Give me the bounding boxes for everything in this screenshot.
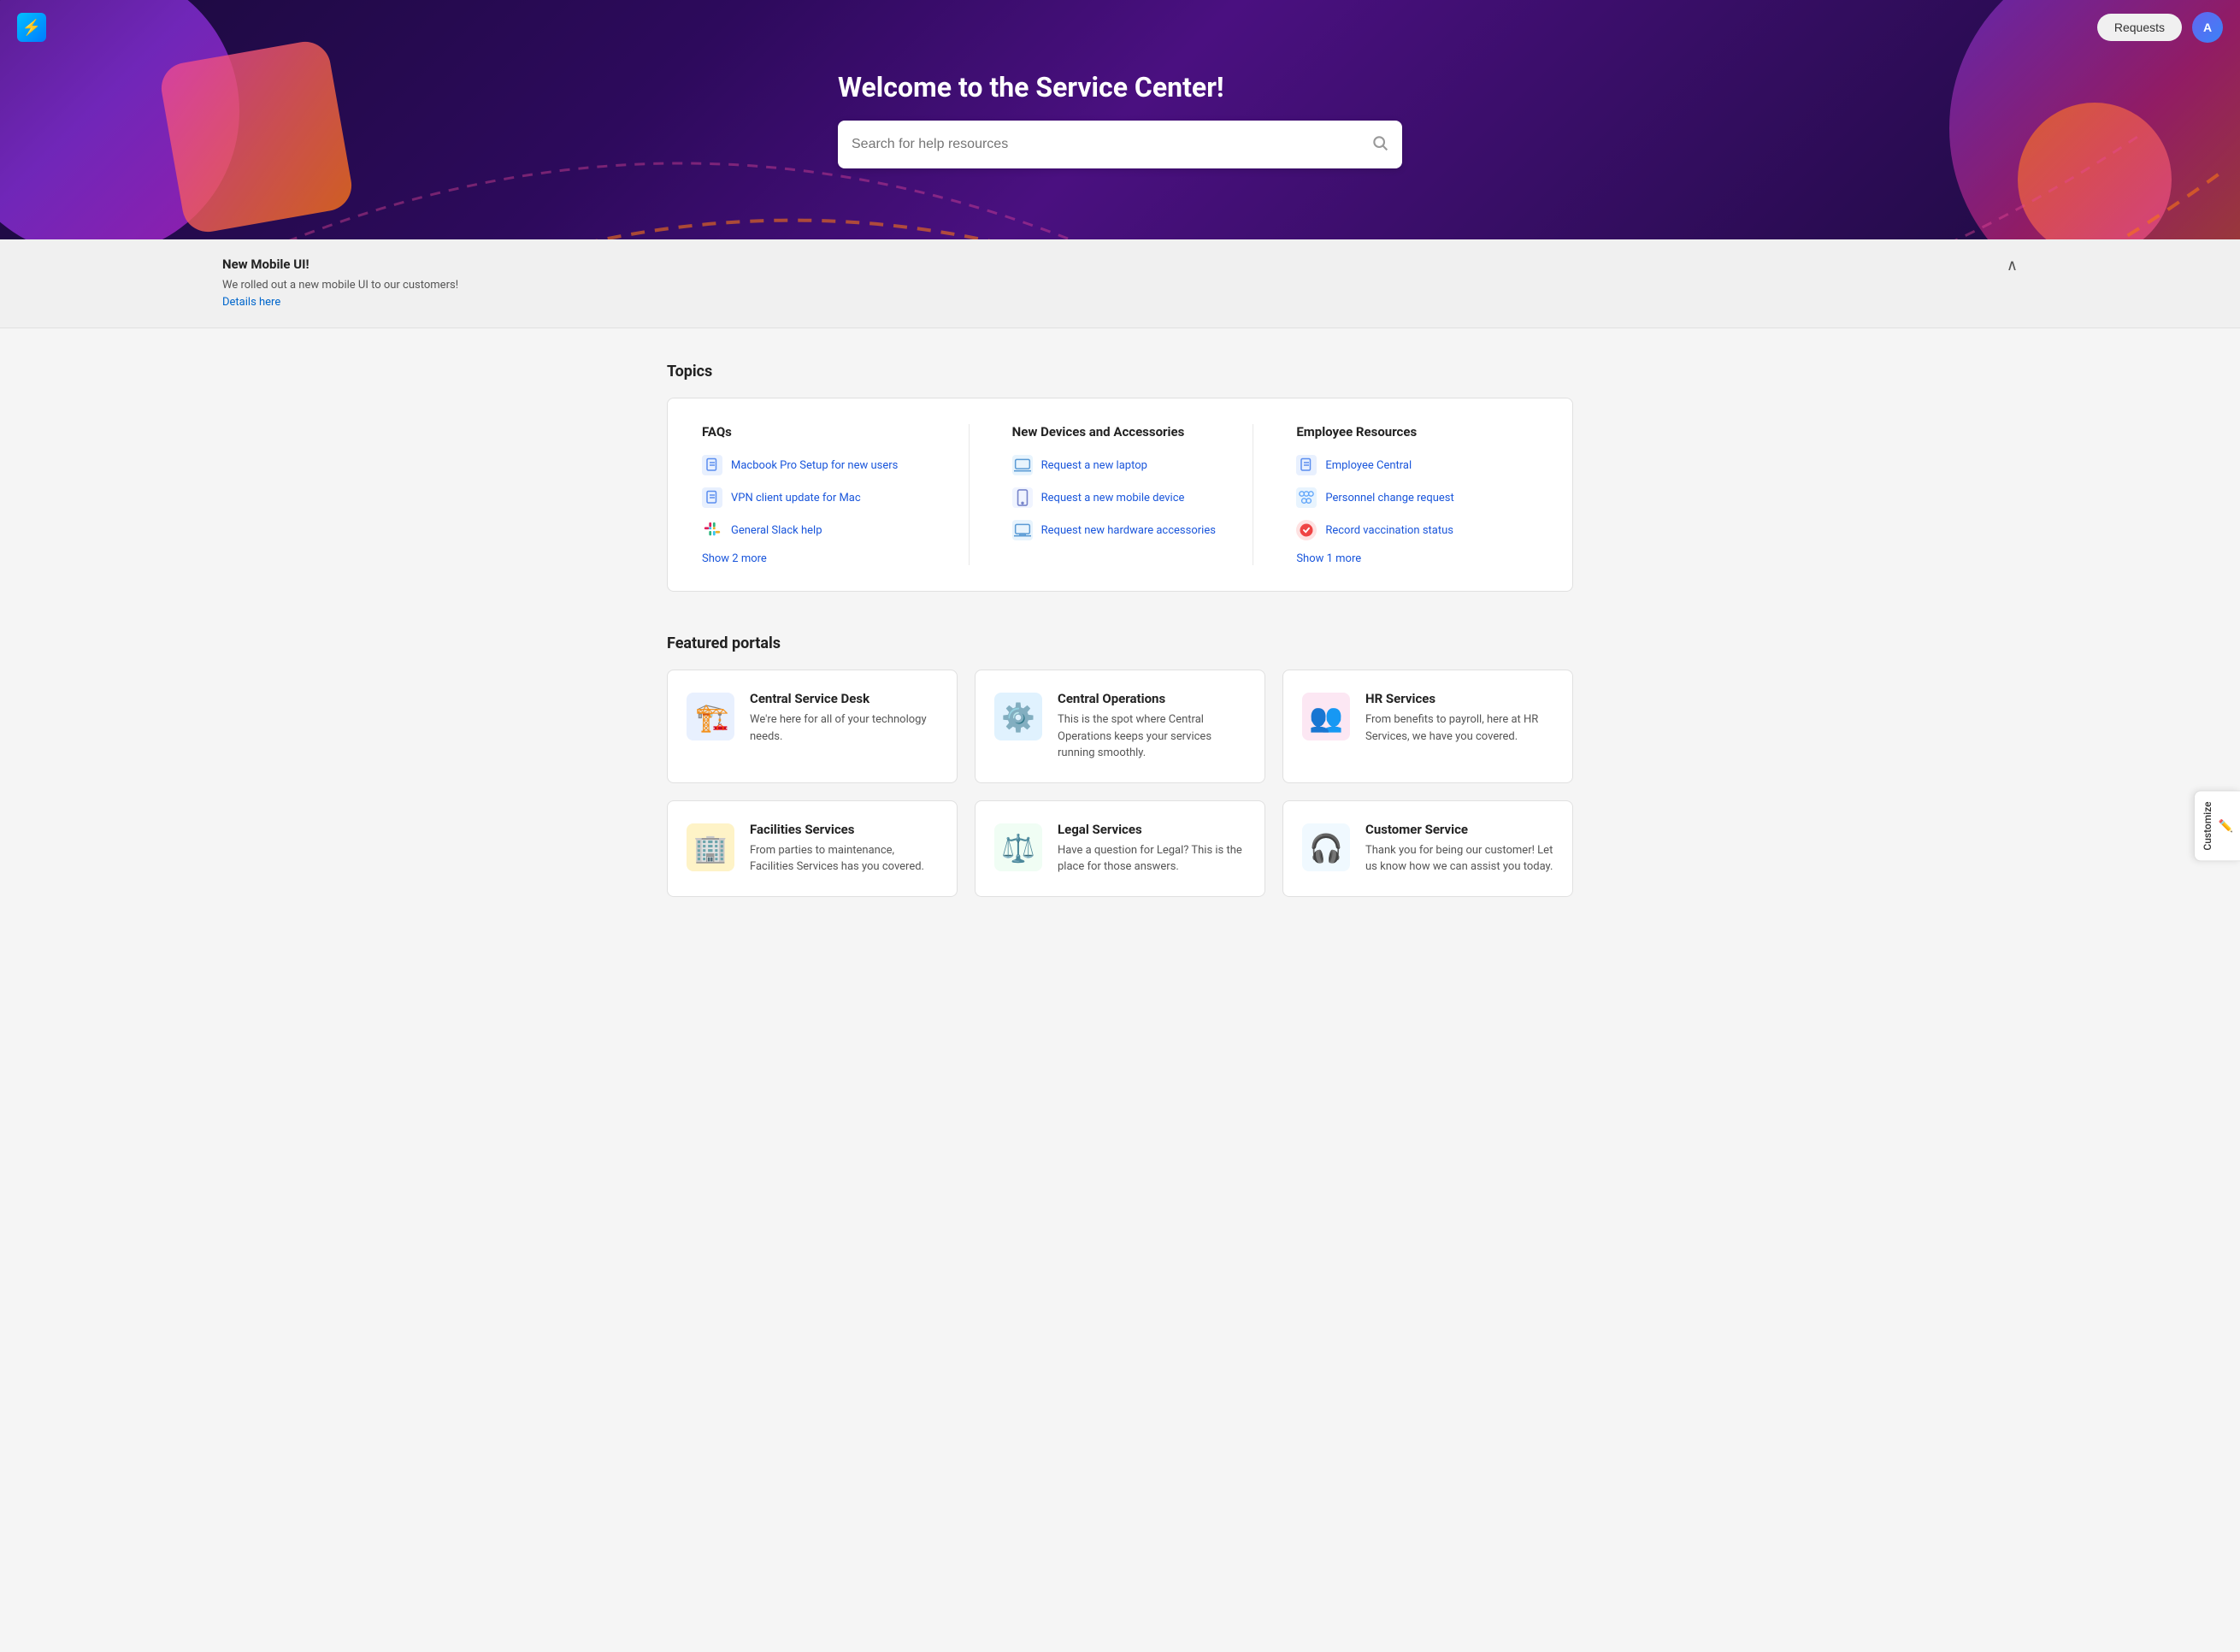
announcement-content: New Mobile UI! We rolled out a new mobil… bbox=[222, 257, 458, 310]
topic-item-label[interactable]: Request a new laptop bbox=[1041, 459, 1147, 472]
announcement-banner: New Mobile UI! We rolled out a new mobil… bbox=[0, 239, 2240, 328]
portal-card-customer-service[interactable]: 🎧 Customer Service Thank you for being o… bbox=[1282, 800, 1573, 897]
topics-section: Topics FAQs Macbook Pro Setup for new us… bbox=[667, 363, 1573, 592]
employee-column-title: Employee Resources bbox=[1296, 424, 1538, 440]
topic-item[interactable]: Request new hardware accessories bbox=[1012, 520, 1228, 540]
hardware-icon bbox=[1012, 520, 1033, 540]
topic-item[interactable]: Employee Central bbox=[1296, 455, 1538, 475]
topic-item[interactable]: Request a new laptop bbox=[1012, 455, 1228, 475]
topic-column-employee: Employee Resources Employee Central bbox=[1270, 424, 1538, 565]
nav-right: Requests A bbox=[2097, 12, 2223, 43]
topic-item[interactable]: General Slack help bbox=[702, 520, 943, 540]
requests-button[interactable]: Requests bbox=[2097, 14, 2182, 41]
portal-name: Customer Service bbox=[1365, 822, 1555, 837]
portal-desc: Have a question for Legal? This is the p… bbox=[1058, 842, 1247, 876]
topic-item[interactable]: Personnel change request bbox=[1296, 487, 1538, 508]
announcement-title: New Mobile UI! bbox=[222, 257, 458, 272]
topic-column-devices: New Devices and Accessories Request a ne… bbox=[987, 424, 1254, 565]
svg-text:🏗️: 🏗️ bbox=[695, 701, 729, 734]
topic-item-label[interactable]: Personnel change request bbox=[1325, 492, 1453, 504]
svg-text:⚖️: ⚖️ bbox=[1001, 832, 1035, 864]
portal-info-operations: Central Operations This is the spot wher… bbox=[1058, 691, 1247, 762]
portal-icon-facilities: 🏢 bbox=[685, 822, 736, 873]
portal-info-legal: Legal Services Have a question for Legal… bbox=[1058, 822, 1247, 876]
topics-title: Topics bbox=[667, 363, 1573, 381]
topic-column-faqs: FAQs Macbook Pro Setup for new users bbox=[702, 424, 970, 565]
laptop-icon bbox=[1012, 455, 1033, 475]
portal-info-service-desk: Central Service Desk We're here for all … bbox=[750, 691, 940, 745]
portal-name: HR Services bbox=[1365, 691, 1555, 706]
topics-card: FAQs Macbook Pro Setup for new users bbox=[667, 398, 1573, 592]
phone-icon bbox=[1012, 487, 1033, 508]
announcement-body: We rolled out a new mobile UI to our cus… bbox=[222, 277, 458, 310]
topic-item-label[interactable]: Employee Central bbox=[1325, 459, 1412, 472]
portal-desc: We're here for all of your technology ne… bbox=[750, 711, 940, 745]
topic-item-label[interactable]: Request a new mobile device bbox=[1041, 492, 1185, 504]
topic-item-label[interactable]: Request new hardware accessories bbox=[1041, 524, 1216, 537]
hero-content: Welcome to the Service Center! bbox=[838, 71, 1402, 168]
svg-text:👥: 👥 bbox=[1309, 701, 1343, 734]
portal-desc: From benefits to payroll, here at HR Ser… bbox=[1365, 711, 1555, 745]
svg-text:🎧: 🎧 bbox=[1309, 832, 1343, 864]
portal-card-hr[interactable]: 👥 HR Services From benefits to payroll, … bbox=[1282, 670, 1573, 783]
faqs-column-title: FAQs bbox=[702, 424, 943, 440]
topic-item[interactable]: Request a new mobile device bbox=[1012, 487, 1228, 508]
topic-item[interactable]: Macbook Pro Setup for new users bbox=[702, 455, 943, 475]
customize-sidebar[interactable]: ✏️ Customize bbox=[2194, 790, 2240, 861]
main-content: Topics FAQs Macbook Pro Setup for new us… bbox=[650, 328, 1590, 931]
document-icon bbox=[702, 455, 722, 475]
portal-desc: From parties to maintenance, Facilities … bbox=[750, 842, 940, 876]
customize-icon: ✏️ bbox=[2219, 819, 2233, 833]
featured-portals-section: Featured portals 🏗️ Central Service Desk… bbox=[667, 634, 1573, 897]
portal-desc: Thank you for being our customer! Let us… bbox=[1365, 842, 1555, 876]
customize-label: Customize bbox=[2202, 801, 2213, 850]
svg-text:⚙️: ⚙️ bbox=[1001, 701, 1035, 734]
search-input[interactable] bbox=[852, 137, 1371, 152]
topic-item-label[interactable]: VPN client update for Mac bbox=[731, 492, 861, 504]
portal-info-customer-service: Customer Service Thank you for being our… bbox=[1365, 822, 1555, 876]
logo[interactable]: ⚡ bbox=[17, 13, 46, 42]
portal-name: Facilities Services bbox=[750, 822, 940, 837]
portal-card-facilities[interactable]: 🏢 Facilities Services From parties to ma… bbox=[667, 800, 958, 897]
topic-item-label[interactable]: Macbook Pro Setup for new users bbox=[731, 459, 898, 472]
svg-text:🏢: 🏢 bbox=[693, 832, 728, 864]
document-icon bbox=[702, 487, 722, 508]
portals-grid: 🏗️ Central Service Desk We're here for a… bbox=[667, 670, 1573, 897]
topic-item-label[interactable]: General Slack help bbox=[731, 524, 822, 537]
hero-title: Welcome to the Service Center! bbox=[838, 71, 1402, 103]
topic-item-label[interactable]: Record vaccination status bbox=[1325, 524, 1453, 537]
portal-name: Central Service Desk bbox=[750, 691, 940, 706]
announcement-link[interactable]: Details here bbox=[222, 296, 280, 309]
portal-icon-hr: 👥 bbox=[1300, 691, 1352, 742]
devices-column-title: New Devices and Accessories bbox=[1012, 424, 1228, 440]
portal-card-service-desk[interactable]: 🏗️ Central Service Desk We're here for a… bbox=[667, 670, 958, 783]
portal-info-hr: HR Services From benefits to payroll, he… bbox=[1365, 691, 1555, 745]
personnel-icon bbox=[1296, 487, 1317, 508]
portal-icon-legal: ⚖️ bbox=[993, 822, 1044, 873]
topic-item[interactable]: VPN client update for Mac bbox=[702, 487, 943, 508]
portal-card-operations[interactable]: ⚙️ Central Operations This is the spot w… bbox=[975, 670, 1265, 783]
employee-central-icon bbox=[1296, 455, 1317, 475]
portal-icon-operations: ⚙️ bbox=[993, 691, 1044, 742]
search-icon bbox=[1371, 134, 1388, 156]
show-more-faqs[interactable]: Show 2 more bbox=[702, 552, 943, 565]
portal-icon-customer-service: 🎧 bbox=[1300, 822, 1352, 873]
portal-info-facilities: Facilities Services From parties to main… bbox=[750, 822, 940, 876]
show-more-employee[interactable]: Show 1 more bbox=[1296, 552, 1538, 565]
featured-portals-title: Featured portals bbox=[667, 634, 1573, 652]
portal-name: Legal Services bbox=[1058, 822, 1247, 837]
hero-decoration-2 bbox=[157, 38, 356, 236]
vaccination-icon bbox=[1296, 520, 1317, 540]
announcement-toggle-button[interactable]: ∧ bbox=[2007, 257, 2018, 274]
portal-card-legal[interactable]: ⚖️ Legal Services Have a question for Le… bbox=[975, 800, 1265, 897]
topic-item[interactable]: Record vaccination status bbox=[1296, 520, 1538, 540]
portal-name: Central Operations bbox=[1058, 691, 1247, 706]
user-avatar-button[interactable]: A bbox=[2192, 12, 2223, 43]
slack-icon bbox=[702, 520, 722, 540]
top-navigation: ⚡ Requests A bbox=[0, 0, 2240, 55]
portal-icon-service-desk: 🏗️ bbox=[685, 691, 736, 742]
portal-desc: This is the spot where Central Operation… bbox=[1058, 711, 1247, 762]
hero-section: ⚡ Requests A Welcome to the Service Cent… bbox=[0, 0, 2240, 239]
search-bar[interactable] bbox=[838, 121, 1402, 168]
